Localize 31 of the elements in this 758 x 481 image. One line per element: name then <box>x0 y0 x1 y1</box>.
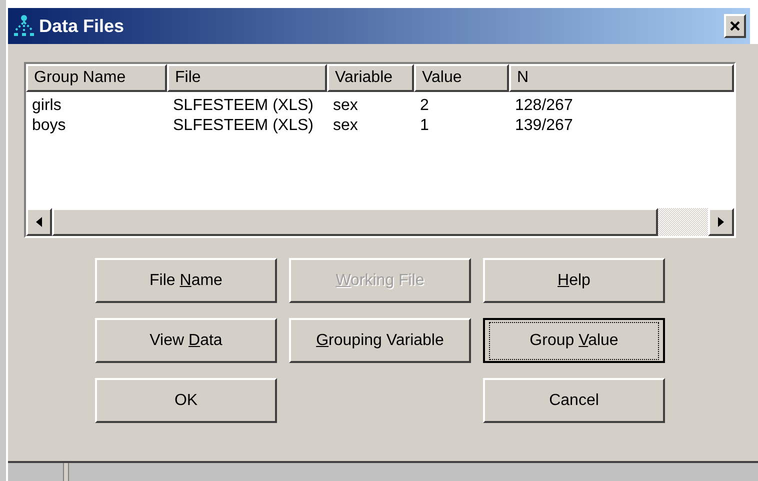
table-cell-text: 139/267 <box>514 116 574 136</box>
tree-icon <box>12 14 36 38</box>
column-header[interactable]: N <box>509 64 734 92</box>
scroll-left-button[interactable] <box>26 208 52 236</box>
close-button[interactable] <box>724 14 746 38</box>
table-cell-text: SLFESTEEM (XLS) <box>172 96 314 116</box>
close-icon <box>730 21 740 31</box>
scroll-right-button[interactable] <box>708 208 734 236</box>
dialog-button[interactable]: Help <box>483 258 665 303</box>
dialog-button[interactable]: OK <box>95 378 277 423</box>
column-header[interactable]: File <box>167 64 327 92</box>
column-header[interactable]: Variable <box>327 64 414 92</box>
table-cell-text: sex <box>332 116 359 136</box>
table-cell-text: 2 <box>419 96 430 116</box>
table-cell-text: 128/267 <box>514 96 574 116</box>
dialog-button[interactable]: Group Value <box>483 318 665 363</box>
dialog-button[interactable]: View Data <box>95 318 277 363</box>
column-header[interactable]: Value <box>414 64 509 92</box>
table-cell-text: girls <box>31 96 62 116</box>
right-arrow-icon <box>718 217 724 227</box>
table-cell-text: SLFESTEEM (XLS) <box>172 116 314 136</box>
table-cell-text: boys <box>31 116 67 136</box>
dialog-button[interactable]: Grouping Variable <box>289 318 471 363</box>
left-arrow-icon <box>36 217 42 227</box>
column-header[interactable]: Group Name <box>26 64 167 92</box>
dialog-button[interactable]: Cancel <box>483 378 665 423</box>
table-cell-text: 1 <box>419 116 430 136</box>
window-title: Data Files <box>39 14 124 38</box>
dialog-button[interactable]: File Name <box>95 258 277 303</box>
splitter-handle[interactable] <box>63 463 69 481</box>
table-cell-text: sex <box>332 96 359 116</box>
